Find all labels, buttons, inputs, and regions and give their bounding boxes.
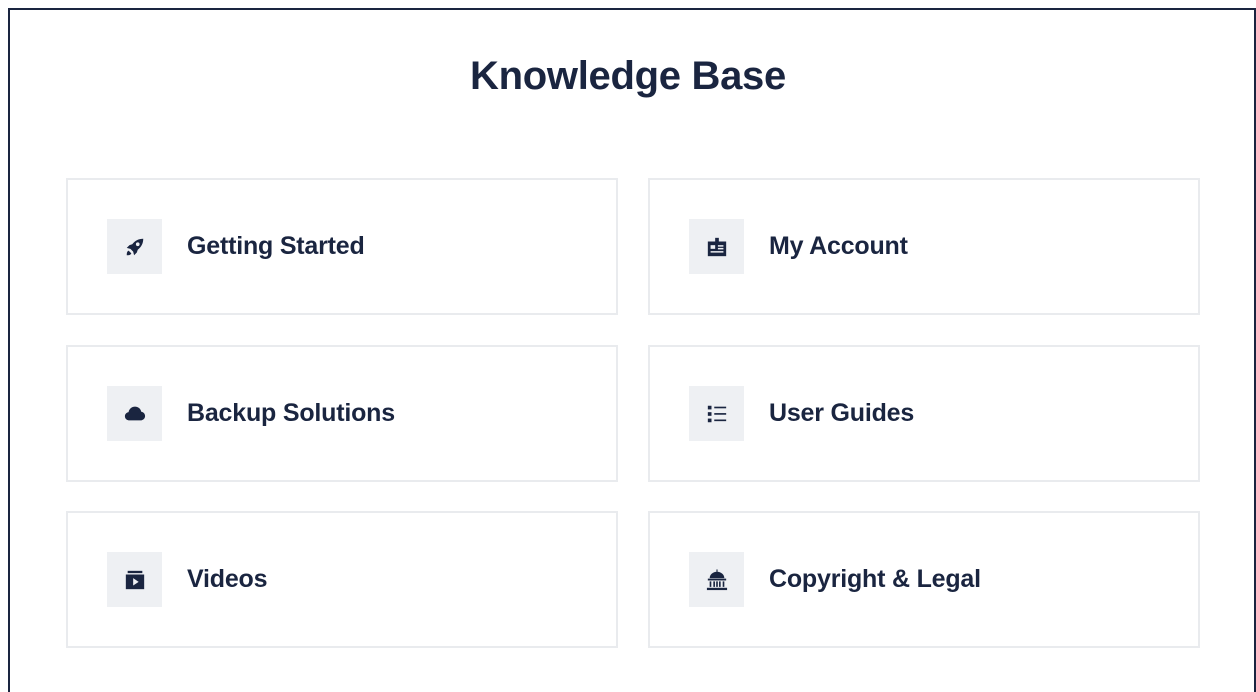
icon-box xyxy=(107,386,162,441)
category-label: Copyright & Legal xyxy=(769,565,981,593)
icon-box xyxy=(689,386,744,441)
category-card-copyright-legal[interactable]: Copyright & Legal xyxy=(648,511,1200,648)
category-card-user-guides[interactable]: User Guides xyxy=(648,345,1200,482)
rocket-icon xyxy=(126,238,143,255)
icon-box xyxy=(107,219,162,274)
category-label: My Account xyxy=(769,232,908,260)
page-title: Knowledge Base xyxy=(470,54,786,98)
list-icon xyxy=(707,405,726,422)
category-card-videos[interactable]: Videos xyxy=(66,511,618,648)
icon-box xyxy=(689,219,744,274)
category-label: User Guides xyxy=(769,399,915,427)
category-card-my-account[interactable]: My Account xyxy=(648,178,1200,315)
category-card-getting-started[interactable]: Getting Started xyxy=(66,178,618,315)
category-card-backup-solutions[interactable]: Backup Solutions xyxy=(66,345,618,482)
category-label: Backup Solutions xyxy=(187,399,395,427)
category-label: Getting Started xyxy=(187,232,365,260)
id-badge-icon xyxy=(707,237,726,256)
courthouse-icon xyxy=(706,568,727,590)
video-icon xyxy=(125,570,144,589)
icon-box xyxy=(689,552,744,607)
icon-box xyxy=(107,552,162,607)
category-label: Videos xyxy=(187,565,268,593)
cloud-icon xyxy=(124,406,145,420)
